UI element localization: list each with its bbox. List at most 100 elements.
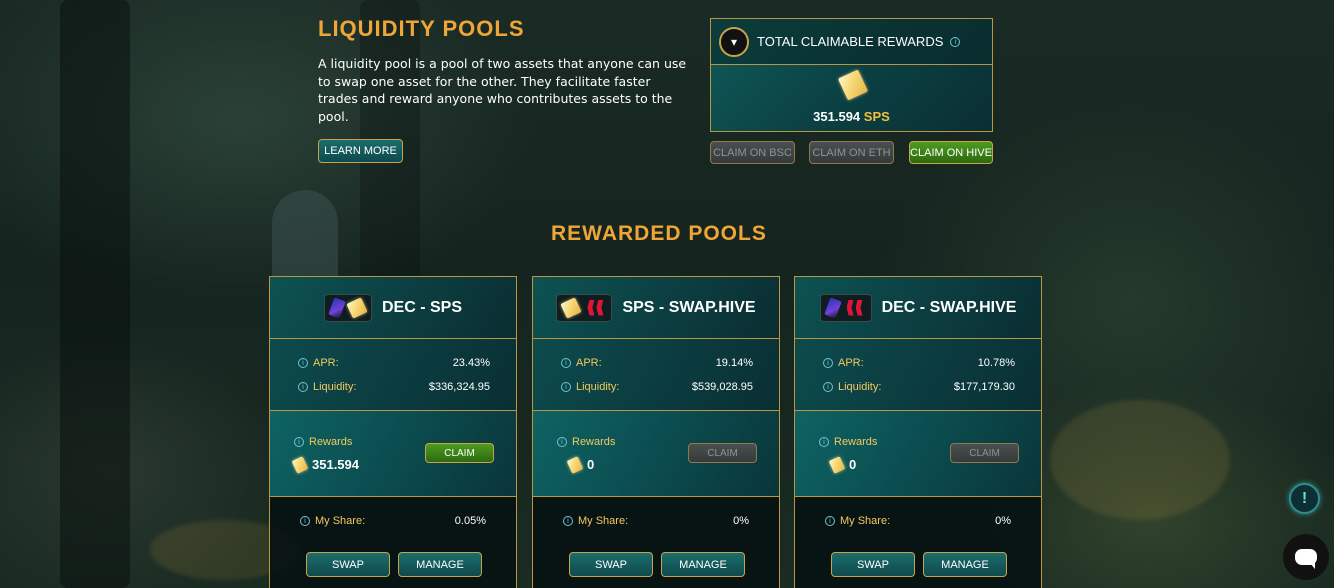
my-share-row: i My Share: 0% bbox=[563, 515, 749, 527]
apr-label-text: APR: bbox=[313, 357, 339, 369]
pool-header: SPS - SWAP.HIVE bbox=[533, 277, 779, 339]
rewards-label: i Rewards bbox=[557, 436, 615, 448]
liquidity-value: $177,179.30 bbox=[953, 381, 1015, 393]
pool-stats: i APR: 19.14% i Liquidity: $539,028.95 bbox=[533, 339, 779, 411]
liquidity-value: $539,028.95 bbox=[691, 381, 753, 393]
liquidity-label: i Liquidity: bbox=[561, 381, 619, 393]
liquidity-row: i Liquidity: $177,179.30 bbox=[823, 375, 1015, 399]
pool-header: DEC - SWAP.HIVE bbox=[795, 277, 1041, 339]
pool-card-dec-sps: DEC - SPS i APR: 23.43% i Liquidity: $336,… bbox=[269, 276, 517, 588]
total-rewards-panel: ▾ TOTAL CLAIMABLE REWARDS i 351.594 SPS bbox=[710, 18, 993, 132]
background-stone-arch bbox=[272, 190, 338, 280]
swap-button[interactable]: SWAP bbox=[306, 552, 390, 577]
rewards-amount: 351.594 bbox=[291, 455, 359, 474]
hive-token-icon bbox=[585, 299, 605, 317]
rewards-label: i Rewards bbox=[294, 436, 352, 448]
background-tree-left bbox=[60, 0, 130, 588]
my-share-value: 0% bbox=[733, 515, 749, 527]
apr-label: i APR: bbox=[561, 357, 602, 369]
apr-row: i APR: 23.43% bbox=[298, 351, 490, 375]
swap-button[interactable]: SWAP bbox=[569, 552, 653, 577]
apr-label: i APR: bbox=[298, 357, 339, 369]
total-rewards-value: 351.594 bbox=[813, 109, 861, 124]
my-share-value: 0.05% bbox=[454, 515, 486, 527]
manage-button[interactable]: MANAGE bbox=[661, 552, 745, 577]
info-icon[interactable]: i bbox=[561, 382, 571, 392]
my-share-row: i My Share: 0% bbox=[825, 515, 1011, 527]
rewarded-pools-title: REWARDED POOLS bbox=[551, 222, 767, 245]
info-icon[interactable]: i bbox=[298, 358, 308, 368]
liquidity-label-text: Liquidity: bbox=[576, 381, 620, 393]
total-rewards-header: ▾ TOTAL CLAIMABLE REWARDS i bbox=[711, 19, 992, 65]
pool-name: DEC - SWAP.HIVE bbox=[881, 298, 1017, 316]
sps-token-icon bbox=[828, 455, 846, 474]
rewards-value: 351.594 bbox=[312, 457, 359, 472]
info-icon[interactable]: i bbox=[557, 437, 567, 447]
apr-value: 19.14% bbox=[715, 357, 753, 369]
apr-label: i APR: bbox=[823, 357, 864, 369]
sps-token-icon bbox=[566, 455, 584, 474]
pool-share: i My Share: 0% SWAP MANAGE bbox=[795, 497, 1041, 588]
liquidity-value: $336,324.95 bbox=[428, 381, 490, 393]
pool-share: i My Share: 0% SWAP MANAGE bbox=[533, 497, 779, 588]
info-icon[interactable]: i bbox=[950, 36, 961, 47]
apr-row: i APR: 19.14% bbox=[561, 351, 753, 375]
my-share-label-text: My Share: bbox=[315, 515, 366, 527]
hive-token-icon bbox=[845, 299, 865, 317]
splinterlands-logo-icon: ▾ bbox=[719, 26, 749, 57]
my-share-label: i My Share: bbox=[300, 515, 365, 527]
my-share-label: i My Share: bbox=[825, 515, 890, 527]
claim-on-eth-button[interactable]: CLAIM ON ETH bbox=[809, 141, 894, 164]
apr-row: i APR: 10.78% bbox=[823, 351, 1015, 375]
apr-value: 23.43% bbox=[452, 357, 490, 369]
info-icon[interactable]: i bbox=[825, 516, 835, 526]
my-share-label-text: My Share: bbox=[578, 515, 629, 527]
info-icon[interactable]: i bbox=[300, 516, 310, 526]
my-share-label-text: My Share: bbox=[840, 515, 891, 527]
pool-header: DEC - SPS bbox=[270, 277, 516, 339]
page-title: LIQUIDITY POOLS bbox=[318, 16, 525, 41]
claim-on-bsc-button[interactable]: CLAIM ON BSC bbox=[710, 141, 795, 164]
pool-rewards: i Rewards 351.594 CLAIM bbox=[270, 411, 516, 497]
claim-button-disabled[interactable]: CLAIM bbox=[950, 443, 1019, 463]
alert-icon[interactable]: ! bbox=[1289, 483, 1320, 514]
learn-more-button[interactable]: LEARN MORE bbox=[318, 139, 403, 163]
rewards-label: i Rewards bbox=[819, 436, 877, 448]
total-rewards-currency: SPS bbox=[863, 109, 890, 124]
total-rewards-label: TOTAL CLAIMABLE REWARDS bbox=[757, 34, 944, 49]
info-icon[interactable]: i bbox=[294, 437, 304, 447]
rewards-amount: 0 bbox=[828, 455, 857, 474]
info-icon[interactable]: i bbox=[819, 437, 829, 447]
rewards-label-text: Rewards bbox=[572, 436, 616, 448]
info-icon[interactable]: i bbox=[823, 358, 833, 368]
pool-pair-icons bbox=[819, 293, 872, 322]
my-share-row: i My Share: 0.05% bbox=[300, 515, 486, 527]
manage-button[interactable]: MANAGE bbox=[923, 552, 1007, 577]
claim-on-hive-button[interactable]: CLAIM ON HIVE bbox=[909, 141, 993, 164]
dec-token-icon bbox=[823, 296, 842, 319]
claim-button-disabled[interactable]: CLAIM bbox=[688, 443, 757, 463]
page-description: A liquidity pool is a pool of two assets… bbox=[318, 56, 687, 124]
chat-button[interactable] bbox=[1283, 534, 1329, 580]
swap-button[interactable]: SWAP bbox=[831, 552, 915, 577]
total-rewards-body: 351.594 SPS bbox=[711, 65, 992, 131]
info-icon[interactable]: i bbox=[561, 358, 571, 368]
rewards-value: 0 bbox=[849, 457, 857, 472]
pool-stats: i APR: 23.43% i Liquidity: $336,324.95 bbox=[270, 339, 516, 411]
apr-value: 10.78% bbox=[977, 357, 1015, 369]
pool-card-sps-swap-hive: SPS - SWAP.HIVE i APR: 19.14% i Liquidity:… bbox=[532, 276, 780, 588]
info-icon[interactable]: i bbox=[823, 382, 833, 392]
sps-token-icon bbox=[346, 296, 368, 319]
info-icon[interactable]: i bbox=[298, 382, 308, 392]
rewards-label-text: Rewards bbox=[309, 436, 353, 448]
liquidity-row: i Liquidity: $539,028.95 bbox=[561, 375, 753, 399]
manage-button[interactable]: MANAGE bbox=[398, 552, 482, 577]
pool-rewards: i Rewards 0 CLAIM bbox=[795, 411, 1041, 497]
info-icon[interactable]: i bbox=[563, 516, 573, 526]
liquidity-label: i Liquidity: bbox=[823, 381, 881, 393]
sps-token-icon bbox=[291, 455, 309, 474]
pool-card-dec-swap-hive: DEC - SWAP.HIVE i APR: 10.78% i Liquidity:… bbox=[794, 276, 1042, 588]
claim-button[interactable]: CLAIM bbox=[425, 443, 494, 463]
liquidity-label-text: Liquidity: bbox=[313, 381, 357, 393]
rewards-value: 0 bbox=[587, 457, 595, 472]
